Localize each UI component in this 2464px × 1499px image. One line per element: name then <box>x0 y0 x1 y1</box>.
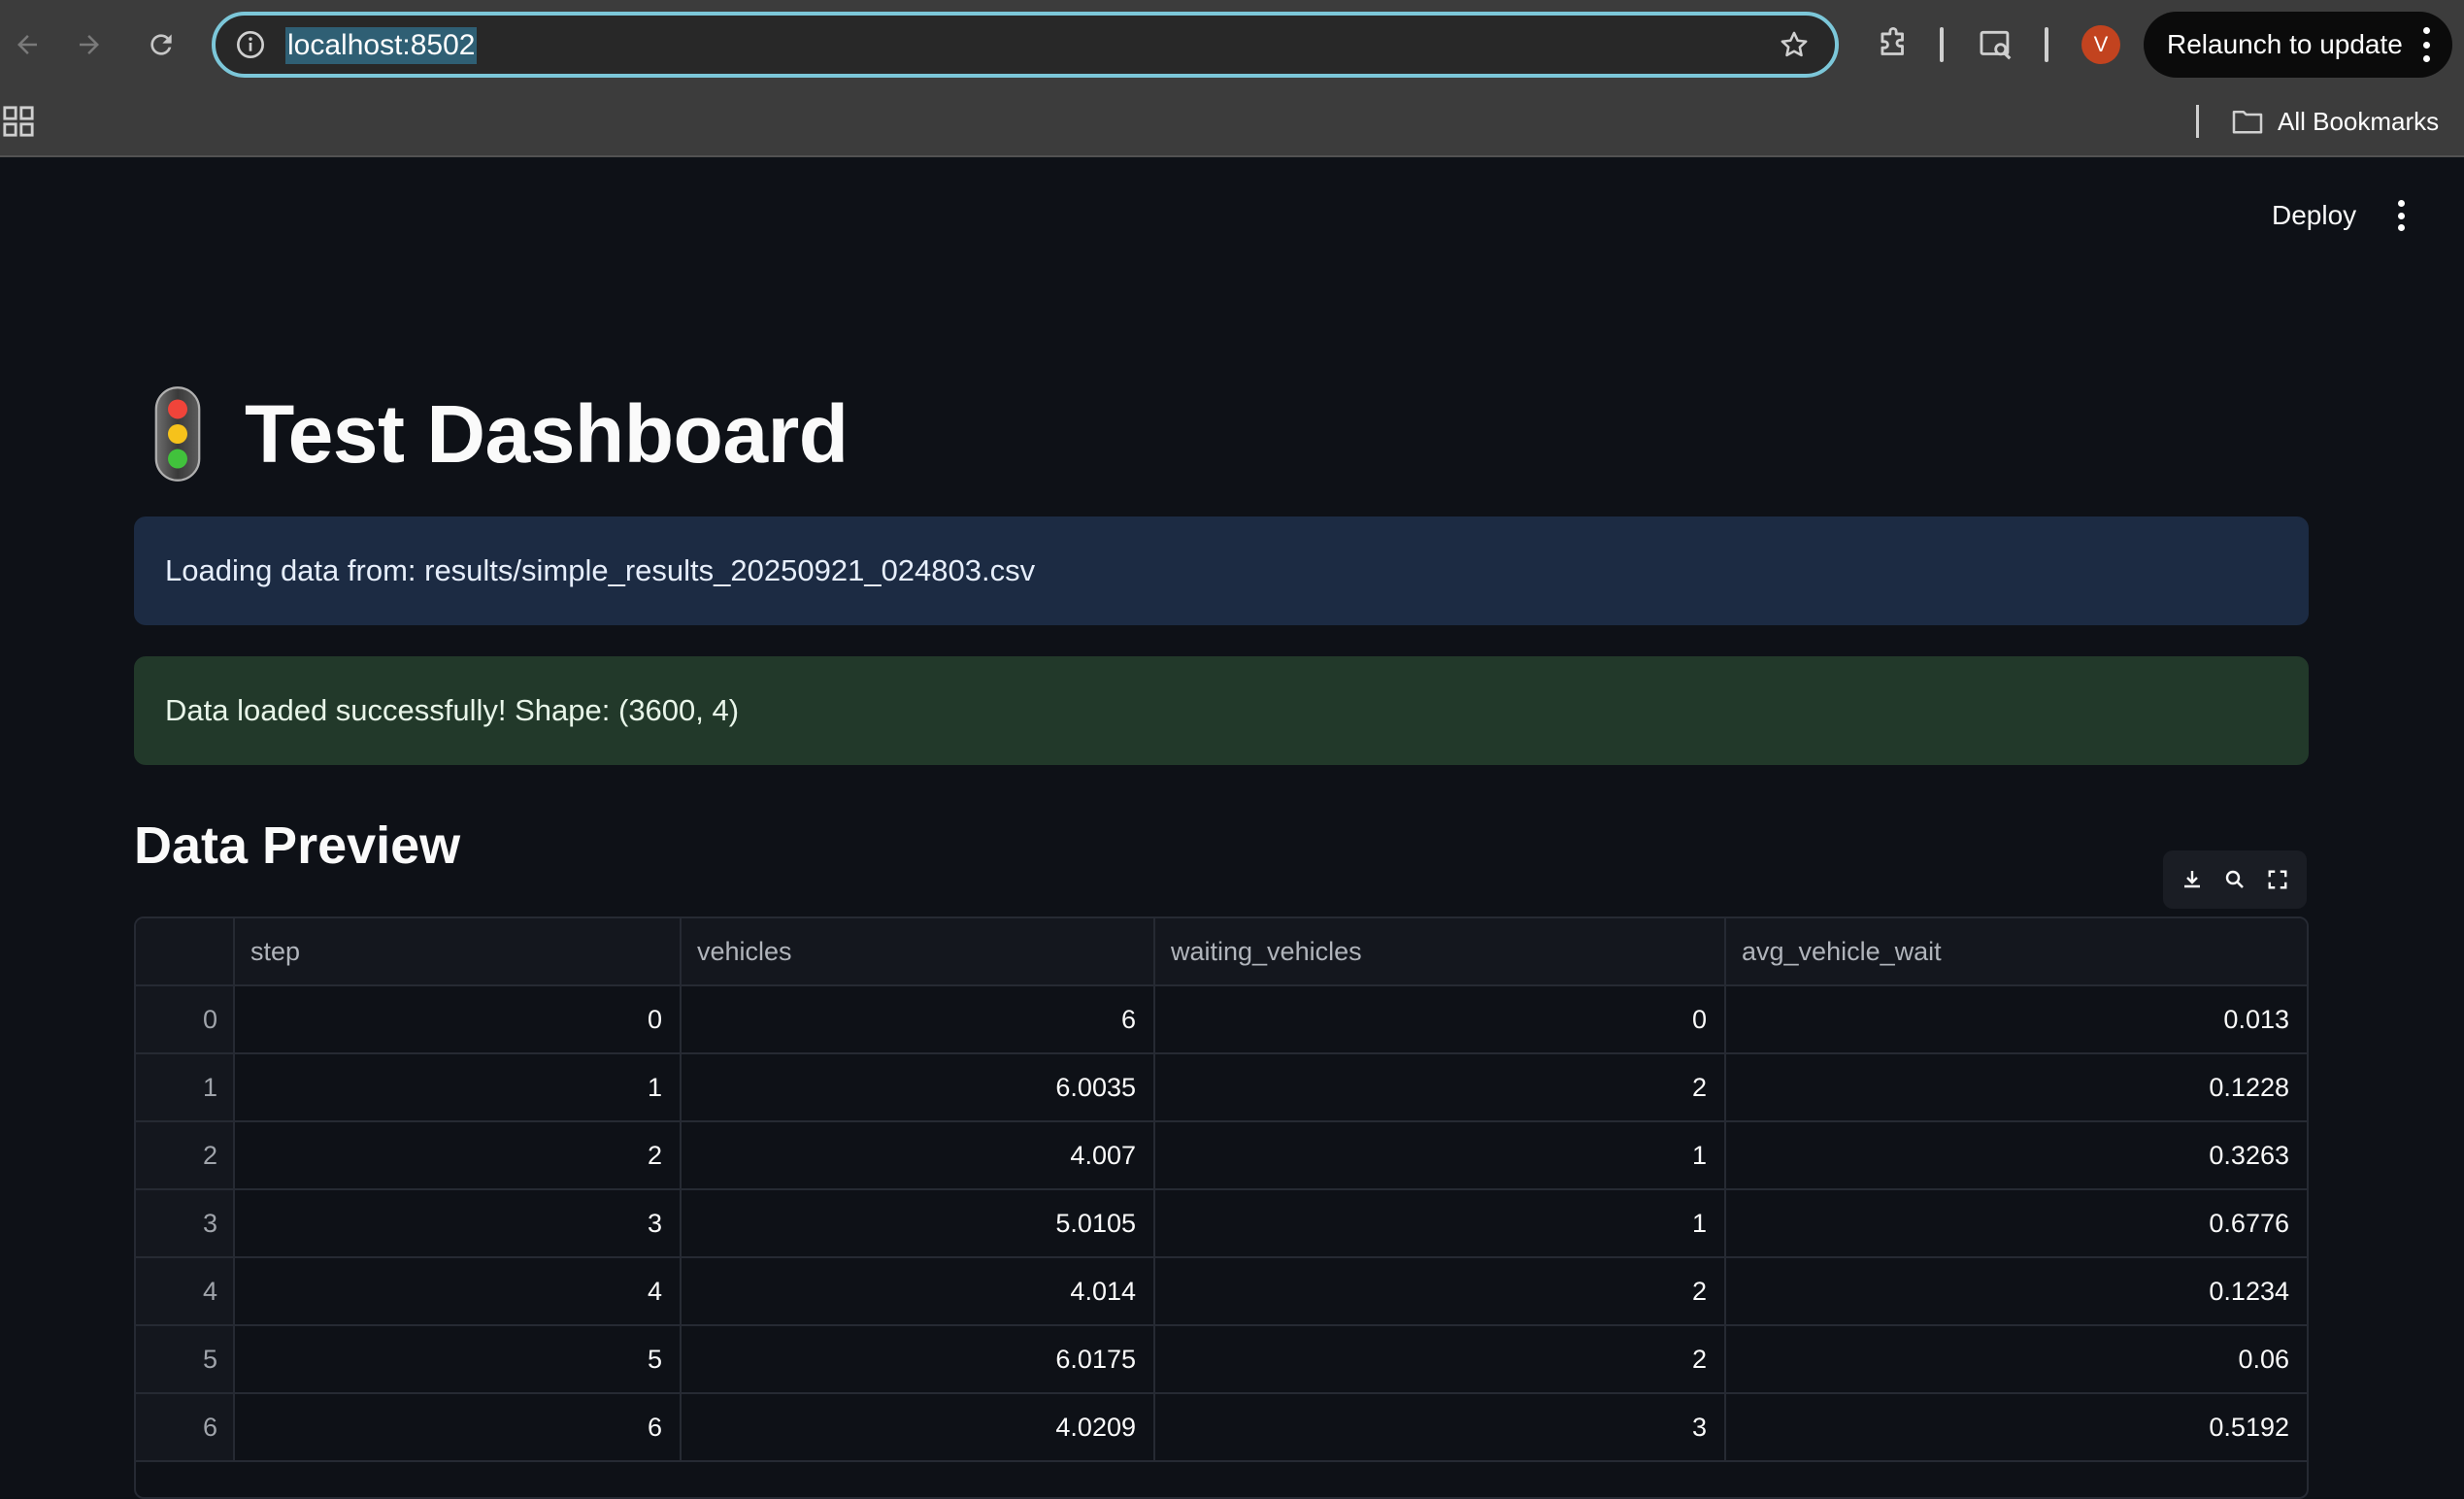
address-bar[interactable]: localhost:8502 <box>212 12 1839 78</box>
table-cell-waiting-vehicles[interactable]: 1 <box>1155 1122 1726 1188</box>
table-cell-step[interactable]: 4 <box>235 1258 682 1324</box>
table-cell-vehicles[interactable]: 6 <box>682 986 1155 1052</box>
row-index: 6 <box>136 1394 235 1460</box>
table-cell-avg-vehicle-wait[interactable]: 0.013 <box>1726 986 2307 1052</box>
search-icon[interactable] <box>2221 866 2248 893</box>
tab-search-icon[interactable] <box>1973 21 2019 68</box>
table-row: 2 2 4.007 1 0.3263 <box>136 1122 2307 1190</box>
reload-icon <box>150 34 172 55</box>
table-cell-vehicles[interactable]: 4.014 <box>682 1258 1155 1324</box>
table-cell-step[interactable]: 0 <box>235 986 682 1052</box>
table-cell-step[interactable]: 5 <box>235 1326 682 1392</box>
main-menu-icon[interactable] <box>2386 194 2415 237</box>
table-cell-waiting-vehicles[interactable]: 1 <box>1155 1190 1726 1256</box>
chrome-menu-icon[interactable] <box>2421 27 2431 62</box>
table-cell-avg-vehicle-wait[interactable]: 0.06 <box>1726 1326 2307 1392</box>
url-text[interactable]: localhost:8502 <box>285 27 478 64</box>
table-row: 6 6 4.0209 3 0.5192 <box>136 1394 2307 1462</box>
relaunch-label: Relaunch to update <box>2167 29 2403 59</box>
index-header <box>136 918 235 984</box>
traffic-light-icon <box>154 386 201 482</box>
folder-icon <box>2232 110 2263 134</box>
column-header-waiting-vehicles[interactable]: waiting_vehicles <box>1155 918 1726 984</box>
back-button[interactable] <box>0 17 54 72</box>
row-index: 2 <box>136 1122 235 1188</box>
apps-grid-icon[interactable] <box>2 105 35 138</box>
table-cell-avg-vehicle-wait[interactable]: 0.3263 <box>1726 1122 2307 1188</box>
row-index: 0 <box>136 986 235 1052</box>
table-cell-step[interactable]: 6 <box>235 1394 682 1460</box>
table-row: 1 1 6.0035 2 0.1228 <box>136 1054 2307 1122</box>
table-cell-vehicles[interactable]: 6.0035 <box>682 1054 1155 1120</box>
table-row: 4 4 4.014 2 0.1234 <box>136 1258 2307 1326</box>
column-header-avg-vehicle-wait[interactable]: avg_vehicle_wait <box>1726 918 2307 984</box>
data-preview-table[interactable]: step vehicles waiting_vehicles avg_vehic… <box>134 916 2309 1499</box>
table-cell-step[interactable]: 3 <box>235 1190 682 1256</box>
page-header: Test Dashboard <box>144 381 849 487</box>
table-cell-avg-vehicle-wait[interactable]: 0.5192 <box>1726 1394 2307 1460</box>
row-index: 4 <box>136 1258 235 1324</box>
toolbar-divider <box>2045 27 2048 62</box>
relaunch-button[interactable]: Relaunch to update <box>2144 12 2452 78</box>
reload-button[interactable] <box>134 17 188 72</box>
profile-avatar[interactable]: V <box>2081 25 2120 64</box>
table-cell-avg-vehicle-wait[interactable]: 0.1234 <box>1726 1258 2307 1324</box>
table-cell-vehicles[interactable]: 4.0209 <box>682 1394 1155 1460</box>
fullscreen-icon[interactable] <box>2264 866 2291 893</box>
forward-button[interactable] <box>62 17 117 72</box>
table-cell-waiting-vehicles[interactable]: 2 <box>1155 1326 1726 1392</box>
success-message: Data loaded successfully! Shape: (3600, … <box>165 693 740 727</box>
column-header-vehicles[interactable]: vehicles <box>682 918 1155 984</box>
table-row: 0 0 6 0 0.013 <box>136 986 2307 1054</box>
deploy-button[interactable]: Deploy <box>2250 190 2378 241</box>
column-header-step[interactable]: step <box>235 918 682 984</box>
row-index: 1 <box>136 1054 235 1120</box>
table-row: 3 3 5.0105 1 0.6776 <box>136 1190 2307 1258</box>
back-arrow-icon <box>17 35 37 54</box>
table-cell-vehicles[interactable]: 4.007 <box>682 1122 1155 1188</box>
table-header: step vehicles waiting_vehicles avg_vehic… <box>136 918 2307 986</box>
table-cell-waiting-vehicles[interactable]: 3 <box>1155 1394 1726 1460</box>
download-icon[interactable] <box>2179 866 2206 893</box>
table-cell-avg-vehicle-wait[interactable]: 0.1228 <box>1726 1054 2307 1120</box>
table-body: 0 0 6 0 0.013 1 1 6.0035 2 0.1228 2 2 4.007 1 0.3263 3 3… <box>136 986 2307 1462</box>
all-bookmarks-button[interactable]: All Bookmarks <box>2231 101 2439 142</box>
site-info-icon[interactable] <box>233 27 268 62</box>
table-cell-step[interactable]: 2 <box>235 1122 682 1188</box>
success-alert: Data loaded successfully! Shape: (3600, … <box>134 656 2309 765</box>
table-cell-vehicles[interactable]: 6.0175 <box>682 1326 1155 1392</box>
table-cell-vehicles[interactable]: 5.0105 <box>682 1190 1155 1256</box>
section-title: Data Preview <box>134 816 461 875</box>
info-alert: Loading data from: results/simple_result… <box>134 516 2309 625</box>
browser-toolbar: localhost:8502 V Relaunch to update All … <box>0 0 2464 157</box>
info-message: Loading data from: results/simple_result… <box>165 553 1036 587</box>
table-cell-avg-vehicle-wait[interactable]: 0.6776 <box>1726 1190 2307 1256</box>
dataframe-toolbar <box>2163 850 2307 909</box>
toolbar-divider <box>1940 27 1944 62</box>
table-cell-waiting-vehicles[interactable]: 2 <box>1155 1258 1726 1324</box>
row-index: 5 <box>136 1326 235 1392</box>
bookmarks-divider <box>2196 105 2199 138</box>
table-cell-step[interactable]: 1 <box>235 1054 682 1120</box>
extensions-icon[interactable] <box>1870 21 1916 68</box>
table-cell-waiting-vehicles[interactable]: 0 <box>1155 986 1726 1052</box>
row-index: 3 <box>136 1190 235 1256</box>
bookmark-star-icon[interactable] <box>1777 27 1812 62</box>
table-cell-waiting-vehicles[interactable]: 2 <box>1155 1054 1726 1120</box>
page-title: Test Dashboard <box>245 387 849 480</box>
forward-arrow-icon <box>80 35 99 54</box>
all-bookmarks-label: All Bookmarks <box>2278 106 2440 136</box>
table-row: 5 5 6.0175 2 0.06 <box>136 1326 2307 1394</box>
